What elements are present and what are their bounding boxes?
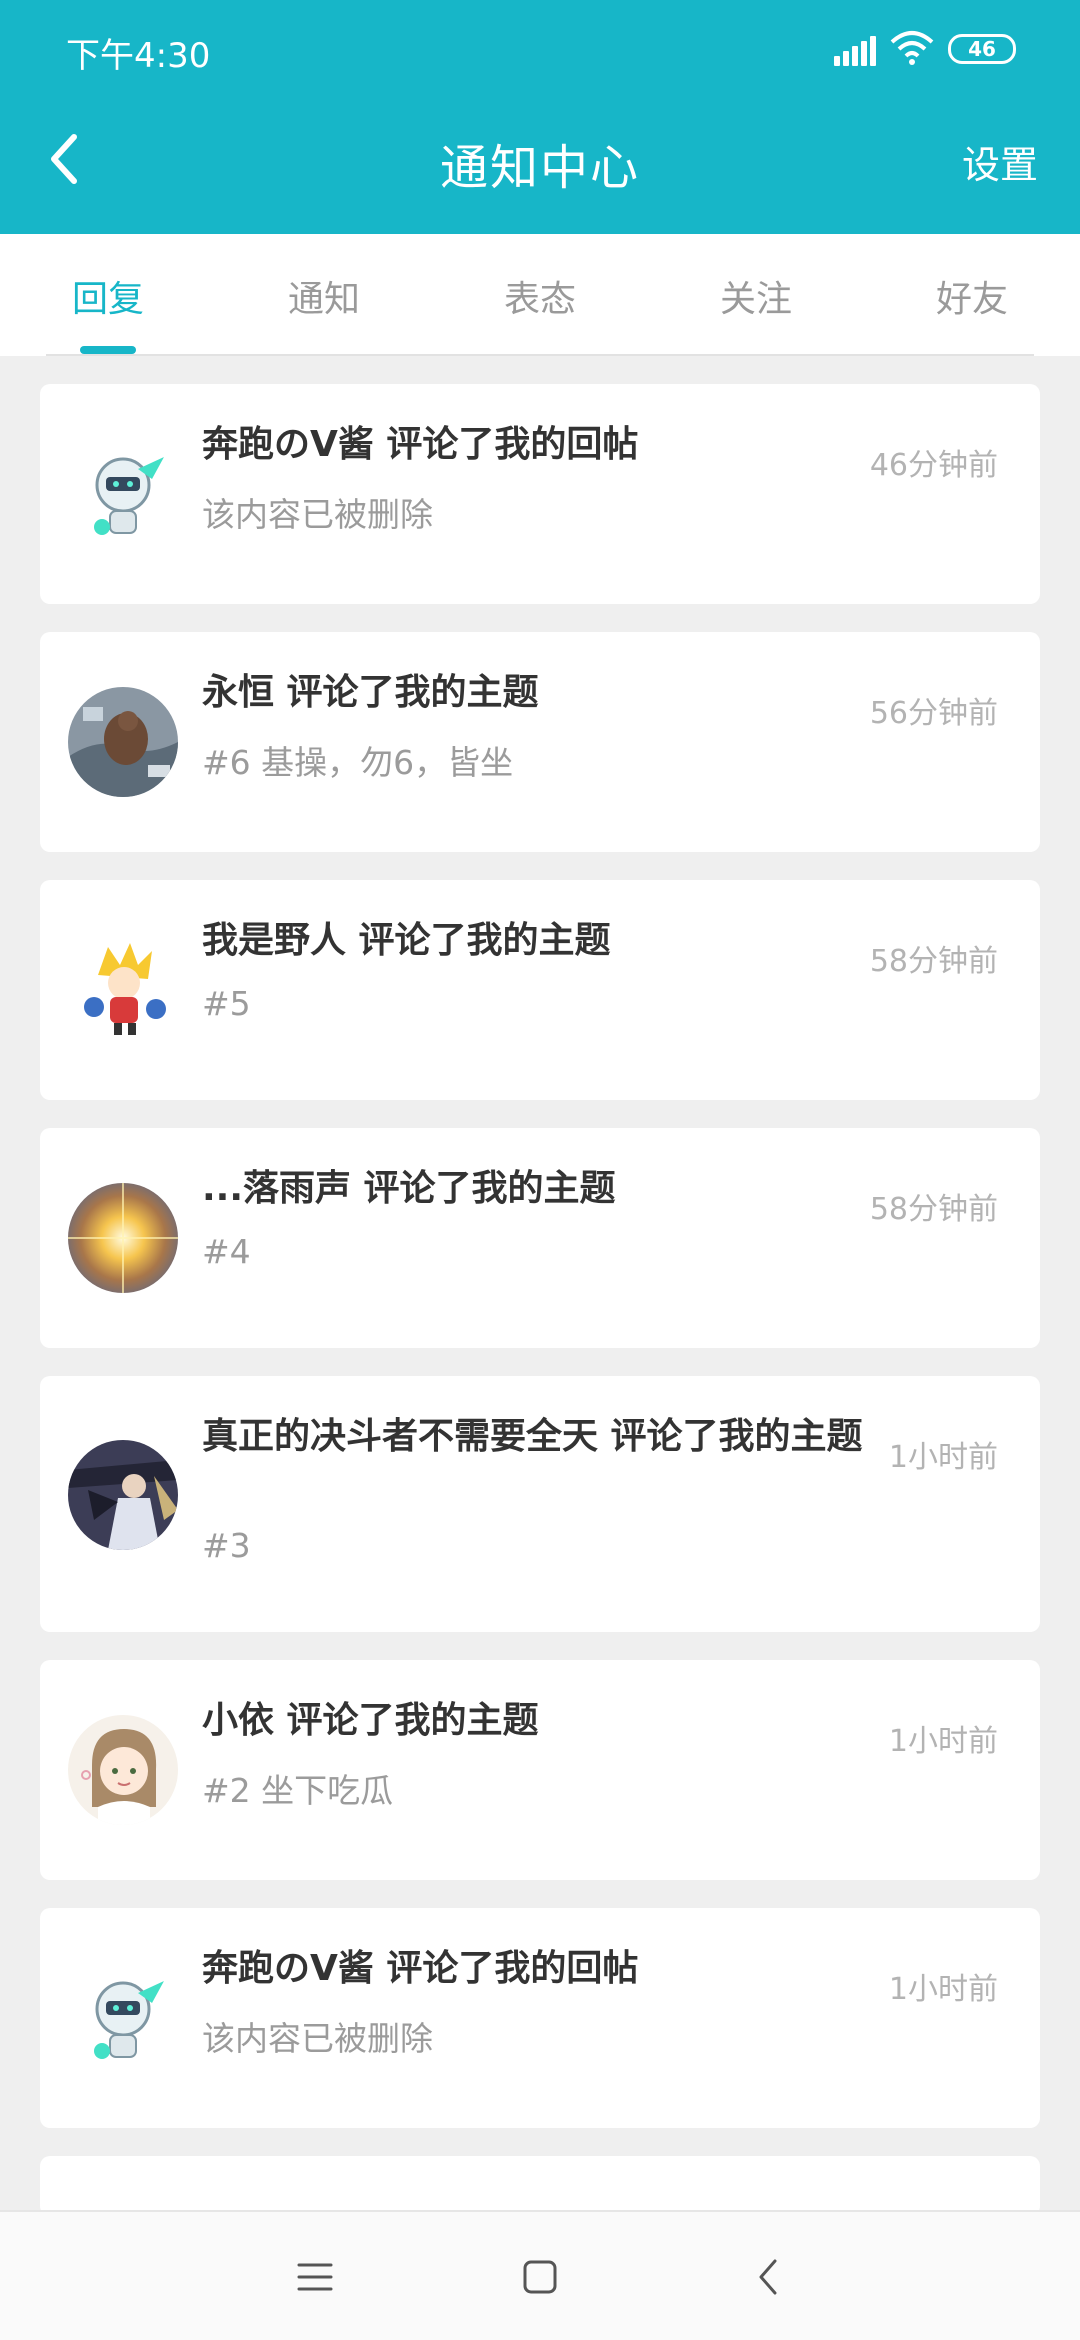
status-bar: 下午4:30 46 [0, 0, 1080, 100]
list-item[interactable]: 奔跑のV酱 评论了我的回帖 该内容已被删除 46分钟前 [40, 384, 1040, 604]
header: 下午4:30 46 通知中心 设置 [0, 0, 1080, 234]
avatar[interactable] [68, 1183, 178, 1293]
divider [46, 354, 1034, 356]
list-item[interactable] [40, 2156, 1040, 2216]
menu-icon [297, 2263, 333, 2291]
notification-title: 真正的决斗者不需要全天 评论了我的主题 [202, 1416, 863, 1457]
avatar[interactable] [68, 1715, 178, 1825]
active-tab-indicator [80, 346, 136, 354]
list-item[interactable]: 我是野人 评论了我的主题 #5 58分钟前 [40, 880, 1040, 1100]
chevron-left-icon [759, 2259, 777, 2295]
page-title: 通知中心 [439, 140, 640, 196]
notification-title: 奔跑のV酱 评论了我的回帖 [202, 1948, 639, 1989]
notification-title: 我是野人 评论了我的主题 [202, 920, 611, 961]
home-button[interactable] [505, 2242, 575, 2312]
list-item[interactable]: ...落雨声 评论了我的主题 #4 58分钟前 [40, 1128, 1040, 1348]
wifi-icon [890, 31, 934, 65]
tab-notice[interactable]: 通知 [264, 270, 384, 322]
list-item[interactable]: 小依 评论了我的主题 #2 坐下吃瓜 1小时前 [40, 1660, 1040, 1880]
settings-button[interactable]: 设置 [962, 134, 1038, 189]
list-item[interactable]: 永恒 评论了我的主题 #6 基操，勿6，皆坐 56分钟前 [40, 632, 1040, 852]
back-nav-button[interactable] [732, 2242, 802, 2312]
notification-time: 58分钟前 [869, 1192, 998, 1227]
notification-time: 58分钟前 [869, 944, 998, 979]
notification-subtitle: #5 [202, 984, 251, 1023]
notification-time: 46分钟前 [869, 448, 998, 483]
notification-time: 1小时前 [888, 1972, 998, 2007]
app-bar: 通知中心 设置 [0, 100, 1080, 234]
notification-title: 永恒 评论了我的主题 [202, 672, 539, 713]
tab-friends[interactable]: 好友 [912, 270, 1032, 322]
notification-time: 1小时前 [888, 1440, 998, 1475]
battery-indicator: 46 [948, 34, 1016, 64]
menu-button[interactable] [280, 2242, 350, 2312]
avatar[interactable] [68, 1963, 178, 2073]
square-icon [523, 2260, 557, 2294]
system-nav-bar [0, 2210, 1080, 2340]
notification-title: 小依 评论了我的主题 [202, 1700, 539, 1741]
notification-time: 56分钟前 [869, 696, 998, 731]
tab-reaction[interactable]: 表态 [480, 270, 600, 322]
notification-subtitle: #4 [202, 1232, 251, 1271]
list-item[interactable]: 真正的决斗者不需要全天 评论了我的主题 #3 1小时前 [40, 1376, 1040, 1632]
tab-reply[interactable]: 回复 [48, 270, 168, 322]
notification-title: 奔跑のV酱 评论了我的回帖 [202, 424, 639, 465]
tab-bar: 回复 通知 表态 关注 好友 [0, 234, 1080, 356]
status-time: 下午4:30 [66, 36, 211, 76]
tab-follow[interactable]: 关注 [696, 270, 816, 322]
signal-icon [834, 34, 876, 66]
list-item[interactable]: 奔跑のV酱 评论了我的回帖 该内容已被删除 1小时前 [40, 1908, 1040, 2128]
avatar[interactable] [68, 439, 178, 549]
notification-center-screen: 下午4:30 46 通知中心 设置 回复 通知 表态 关注 好友 奔跑のV酱 评… [0, 0, 1080, 2340]
avatar[interactable] [68, 1440, 178, 1550]
notification-subtitle: #3 [202, 1526, 251, 1565]
avatar[interactable] [68, 935, 178, 1045]
notification-subtitle: #6 基操，勿6，皆坐 [202, 743, 514, 782]
notification-subtitle: 该内容已被删除 [202, 2019, 433, 2058]
notification-subtitle: #2 坐下吃瓜 [202, 1771, 394, 1810]
notification-title: ...落雨声 评论了我的主题 [202, 1168, 616, 1209]
notification-subtitle: 该内容已被删除 [202, 495, 433, 534]
notification-time: 1小时前 [888, 1724, 998, 1759]
avatar[interactable] [68, 687, 178, 797]
